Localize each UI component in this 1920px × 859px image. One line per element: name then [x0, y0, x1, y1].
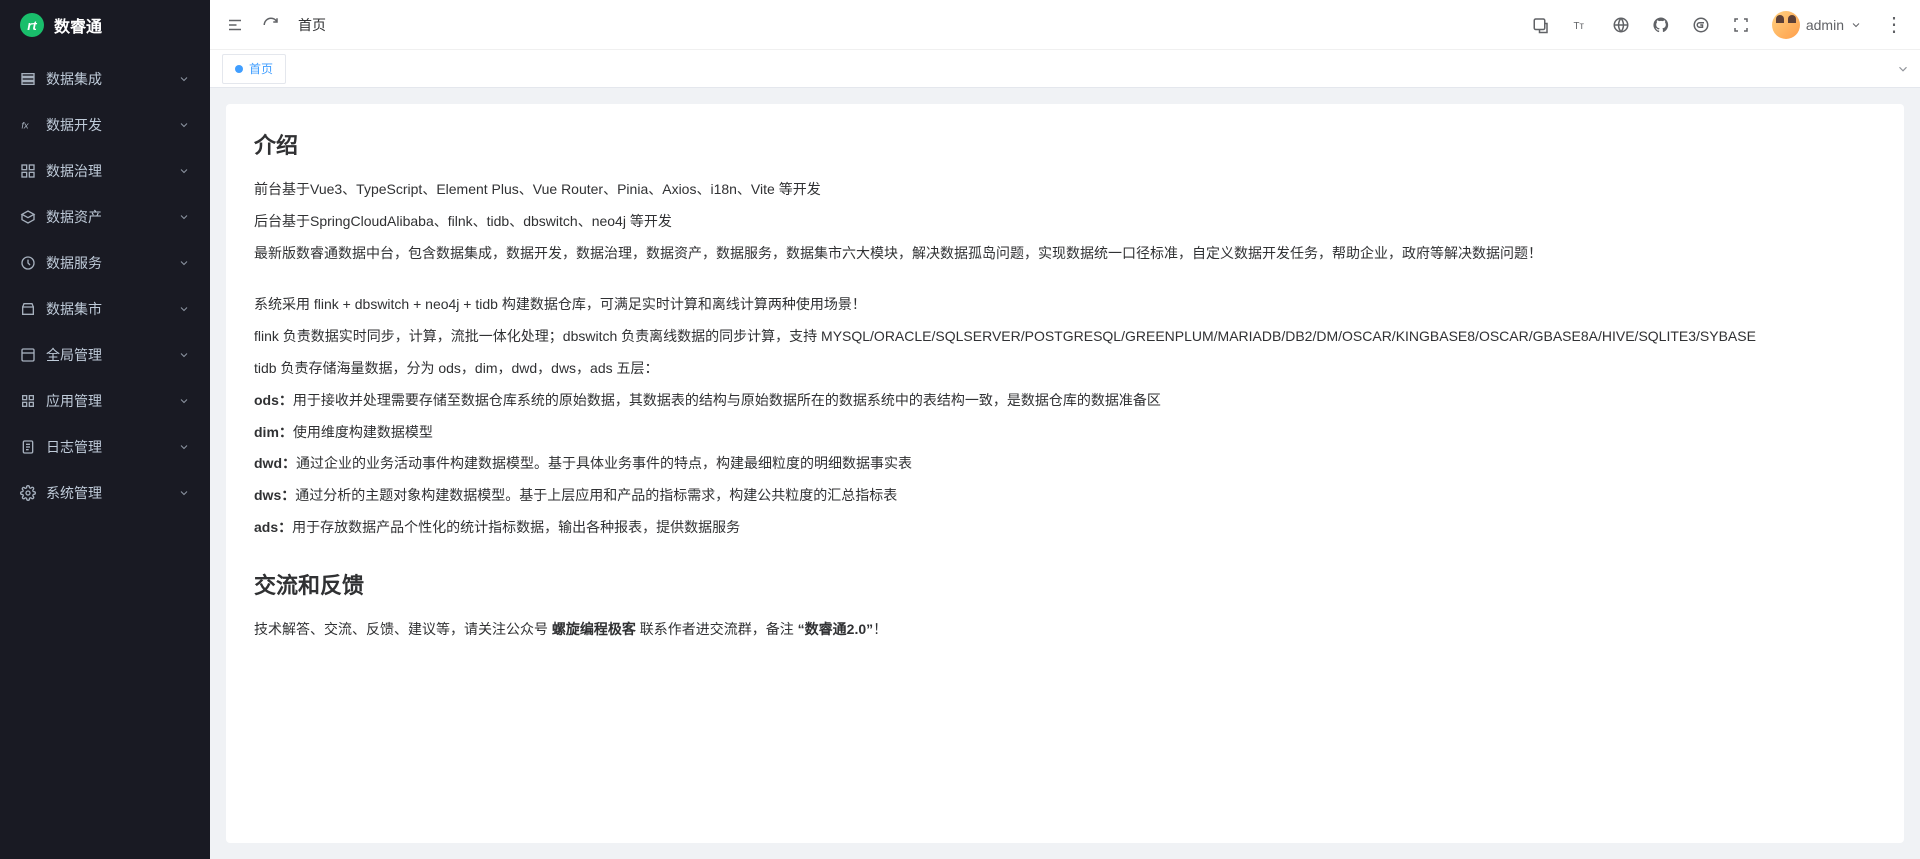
layer-dim: dim：使用维度构建数据模型 [254, 421, 1876, 445]
sidebar-item-label: 日志管理 [46, 437, 178, 457]
more-menu-button[interactable]: ⋮ [1884, 15, 1904, 35]
market-icon [20, 301, 36, 317]
layer-dws: dws：通过分析的主题对象构建数据模型。基于上层应用和产品的指标需求，构建公共粒… [254, 484, 1876, 508]
intro-paragraph: flink 负责数据实时同步，计算，流批一体化处理；dbswitch 负责离线数… [254, 325, 1876, 349]
fullscreen-icon[interactable] [1732, 16, 1750, 34]
content-scroll[interactable]: 介绍 前台基于Vue3、TypeScript、Element Plus、Vue … [210, 88, 1920, 859]
avatar-icon [1772, 11, 1800, 39]
sidebar-item-label: 数据集市 [46, 299, 178, 319]
feedback-paragraph: 技术解答、交流、反馈、建议等，请关注公众号 螺旋编程极客 联系作者进交流群，备注… [254, 618, 1876, 642]
chevron-down-icon [178, 165, 190, 177]
gear-icon [20, 485, 36, 501]
chevron-down-icon [1850, 19, 1862, 31]
chevron-down-icon [178, 487, 190, 499]
sidebar-item-label: 数据资产 [46, 207, 178, 227]
chevron-down-icon [178, 257, 190, 269]
chevron-down-icon [178, 211, 190, 223]
tabs-bar: 首页 [210, 50, 1920, 88]
intro-paragraph: 最新版数睿通数据中台，包含数据集成，数据开发，数据治理，数据资产，数据服务，数据… [254, 242, 1876, 266]
tab-label: 首页 [249, 60, 273, 77]
service-icon [20, 255, 36, 271]
gitee-icon[interactable] [1692, 16, 1710, 34]
global-icon [20, 347, 36, 363]
sidebar-item-label: 全局管理 [46, 345, 178, 365]
sidebar-item-data-service[interactable]: 数据服务 [0, 240, 210, 286]
intro-paragraph: 后台基于SpringCloudAlibaba、filnk、tidb、dbswit… [254, 210, 1876, 234]
layer-ods: ods：用于接收并处理需要存储至数据仓库系统的原始数据，其数据表的结构与原始数据… [254, 389, 1876, 413]
logo[interactable]: rt 数睿通 [0, 0, 210, 50]
intro-heading: 介绍 [254, 128, 1876, 160]
user-name: admin [1806, 17, 1844, 33]
sidebar-item-data-development[interactable]: fx 数据开发 [0, 102, 210, 148]
intro-paragraph: tidb 负责存储海量数据，分为 ods，dim，dwd，dws，ads 五层： [254, 357, 1876, 381]
app-icon [20, 393, 36, 409]
fx-icon: fx [20, 117, 36, 133]
sidebar-item-system-management[interactable]: 系统管理 [0, 470, 210, 516]
tab-home[interactable]: 首页 [222, 54, 286, 84]
sidebar-item-label: 数据服务 [46, 253, 178, 273]
sidebar-item-app-management[interactable]: 应用管理 [0, 378, 210, 424]
chevron-down-icon [178, 395, 190, 407]
font-size-icon[interactable]: Tт [1572, 16, 1590, 34]
topbar: 首页 Tт admin ⋮ [210, 0, 1920, 50]
sidebar-item-data-asset[interactable]: 数据资产 [0, 194, 210, 240]
sidebar-item-label: 数据治理 [46, 161, 178, 181]
tabs-dropdown-button[interactable] [1896, 62, 1910, 76]
layer-ads: ads：用于存放数据产品个性化的统计指标数据，输出各种报表，提供数据服务 [254, 516, 1876, 540]
chevron-down-icon [178, 441, 190, 453]
breadcrumb: 首页 [298, 15, 326, 35]
active-tab-indicator-icon [235, 65, 243, 73]
chevron-down-icon [178, 73, 190, 85]
logo-text: 数睿通 [54, 13, 102, 37]
sidebar-item-data-governance[interactable]: 数据治理 [0, 148, 210, 194]
grid-icon [20, 163, 36, 179]
sidebar-item-global-management[interactable]: 全局管理 [0, 332, 210, 378]
content-card: 介绍 前台基于Vue3、TypeScript、Element Plus、Vue … [226, 104, 1904, 843]
sidebar-nav: 数据集成 fx 数据开发 数据治理 数据资产 数据服务 [0, 50, 210, 859]
box-icon [20, 209, 36, 225]
svg-text:Tт: Tт [1573, 20, 1584, 31]
chevron-down-icon [178, 303, 190, 315]
user-menu[interactable]: admin [1772, 11, 1862, 39]
feedback-heading: 交流和反馈 [254, 568, 1876, 600]
refresh-button[interactable] [262, 16, 280, 34]
chevron-down-icon [178, 119, 190, 131]
layer-dwd: dwd：通过企业的业务活动事件构建数据模型。基于具体业务事件的特点，构建最细粒度… [254, 452, 1876, 476]
log-icon [20, 439, 36, 455]
sidebar-item-data-market[interactable]: 数据集市 [0, 286, 210, 332]
intro-paragraph: 系统采用 flink + dbswitch + neo4j + tidb 构建数… [254, 293, 1876, 317]
logo-badge-icon: rt [20, 13, 44, 37]
sidebar-item-log-management[interactable]: 日志管理 [0, 424, 210, 470]
layers-icon [20, 71, 36, 87]
sidebar-item-data-integration[interactable]: 数据集成 [0, 56, 210, 102]
github-icon[interactable] [1652, 16, 1670, 34]
sidebar-item-label: 数据开发 [46, 115, 178, 135]
sidebar-item-label: 应用管理 [46, 391, 178, 411]
globe-icon[interactable] [1612, 16, 1630, 34]
sidebar-item-label: 数据集成 [46, 69, 178, 89]
main-area: 首页 Tт admin ⋮ 首页 [210, 0, 1920, 859]
intro-paragraph: 前台基于Vue3、TypeScript、Element Plus、Vue Rou… [254, 178, 1876, 202]
sidebar: rt 数睿通 数据集成 fx 数据开发 数据治理 数据资产 [0, 0, 210, 859]
svg-text:fx: fx [21, 120, 29, 130]
sidebar-item-label: 系统管理 [46, 483, 178, 503]
translate-icon[interactable] [1532, 16, 1550, 34]
collapse-sidebar-button[interactable] [226, 16, 244, 34]
chevron-down-icon [178, 349, 190, 361]
